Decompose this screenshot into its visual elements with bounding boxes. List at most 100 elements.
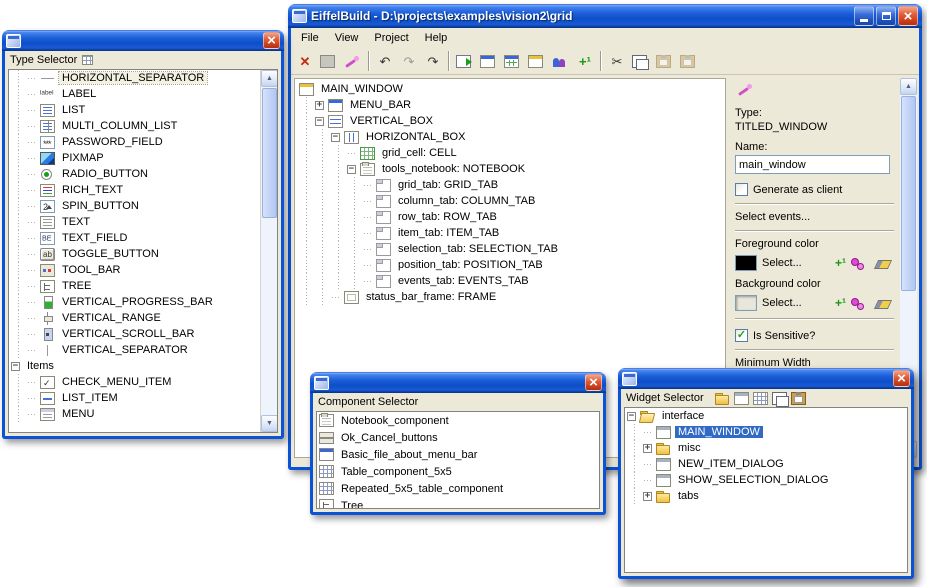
expander[interactable] [347, 149, 356, 158]
expander[interactable] [27, 170, 36, 179]
scroll-thumb[interactable] [901, 96, 916, 291]
tree-item[interactable]: column_tab: COLUMN_TAB [297, 193, 725, 209]
delete-button[interactable]: ✕ [293, 50, 317, 73]
expander[interactable] [27, 394, 36, 403]
generate-as-client-checkbox[interactable]: Generate as client [735, 183, 894, 196]
expander[interactable] [27, 282, 36, 291]
menu-help[interactable]: Help [417, 30, 456, 46]
type-item[interactable]: LIST_ITEM [9, 390, 260, 406]
background-select-button[interactable]: Select... [762, 297, 802, 309]
component-item[interactable]: Notebook_component [317, 412, 599, 429]
type-item[interactable]: TEXT_FIELD [9, 230, 260, 246]
type-item[interactable]: RADIO_BUTTON [9, 166, 260, 182]
widget-item[interactable]: − interface [625, 408, 907, 424]
type-item[interactable]: PASSWORD_FIELD [9, 134, 260, 150]
tree-item[interactable]: status_bar_frame: FRAME [297, 289, 725, 305]
select-events-button[interactable]: Select events... [735, 211, 894, 223]
foreground-add-icon[interactable]: +¹ [835, 257, 846, 269]
users-button[interactable] [549, 50, 573, 73]
expander[interactable] [363, 181, 372, 190]
expander[interactable] [331, 293, 340, 302]
type-item[interactable]: RICH_TEXT [9, 182, 260, 198]
scroll-up-button[interactable]: ▲ [261, 70, 278, 87]
tree-item[interactable]: MAIN_WINDOW [297, 81, 725, 97]
expander[interactable] [27, 298, 36, 307]
widget-item[interactable]: + tabs [625, 488, 907, 504]
expander[interactable] [643, 476, 652, 485]
expander[interactable]: − [331, 133, 340, 142]
background-pick-icon[interactable] [851, 297, 866, 310]
expander[interactable] [27, 74, 36, 83]
tree-item[interactable]: + MENU_BAR [297, 97, 725, 113]
type-item[interactable]: SPIN_BUTTON [9, 198, 260, 214]
scroll-up-button[interactable]: ▲ [900, 78, 917, 95]
widget-editor-button[interactable] [525, 50, 549, 73]
expander[interactable] [27, 218, 36, 227]
foreground-swatch[interactable] [735, 255, 757, 271]
copy-button[interactable] [629, 50, 653, 73]
expander[interactable]: + [643, 492, 652, 501]
paste-button[interactable] [653, 50, 677, 73]
main-titlebar[interactable]: EiffelBuild - D:\projects\examples\visio… [288, 4, 922, 28]
redo-button[interactable]: ↷ [421, 50, 445, 73]
expander[interactable] [27, 122, 36, 131]
expander[interactable] [27, 90, 36, 99]
tree-item[interactable]: − VERTICAL_BOX [297, 113, 725, 129]
widget-item[interactable]: + misc [625, 440, 907, 456]
foreground-select-button[interactable]: Select... [762, 257, 802, 269]
type-item[interactable]: VERTICAL_SCROLL_BAR [9, 326, 260, 342]
expander[interactable] [27, 330, 36, 339]
type-item[interactable]: PIXMAP [9, 150, 260, 166]
type-item[interactable]: VERTICAL_RANGE [9, 310, 260, 326]
component-item[interactable]: Basic_file_about_menu_bar [317, 446, 599, 463]
expander[interactable] [27, 378, 36, 387]
expander[interactable] [27, 234, 36, 243]
expander[interactable] [363, 229, 372, 238]
expander[interactable] [27, 314, 36, 323]
expander[interactable] [363, 213, 372, 222]
folder-button[interactable] [715, 392, 730, 405]
undo-button[interactable]: ↶ [373, 50, 397, 73]
type-item[interactable]: LIST [9, 102, 260, 118]
menu-project[interactable]: Project [366, 30, 416, 46]
menu-view[interactable]: View [327, 30, 367, 46]
component-selector-titlebar[interactable]: × [310, 372, 606, 393]
component-item[interactable]: Tree [317, 497, 599, 509]
expander[interactable] [27, 410, 36, 419]
tree-item[interactable]: grid_tab: GRID_TAB [297, 177, 725, 193]
widget-selector-titlebar[interactable]: × [618, 368, 914, 389]
expander[interactable]: + [643, 444, 652, 453]
scroll-thumb[interactable] [262, 88, 277, 218]
is-sensitive-checkbox[interactable]: Is Sensitive? [735, 329, 894, 342]
expander[interactable]: − [315, 117, 324, 126]
tree-item[interactable]: grid_cell: CELL [297, 145, 725, 161]
type-item[interactable]: MENU [9, 406, 260, 422]
expander[interactable] [27, 186, 36, 195]
expander[interactable] [27, 266, 36, 275]
expander[interactable] [363, 261, 372, 270]
expander[interactable]: − [347, 165, 356, 174]
add-one-button[interactable]: +¹ [573, 50, 597, 73]
background-swatch[interactable] [735, 295, 757, 311]
component-item[interactable]: Repeated_5x5_table_component [317, 480, 599, 497]
expander[interactable]: − [627, 412, 636, 421]
checkbox-icon[interactable] [735, 329, 748, 342]
expander[interactable] [643, 428, 652, 437]
widget-item[interactable]: MAIN_WINDOW [625, 424, 907, 440]
type-item[interactable]: TREE [9, 278, 260, 294]
background-reset-icon[interactable] [875, 297, 890, 310]
expander[interactable]: + [315, 101, 324, 110]
expander[interactable] [643, 460, 652, 469]
type-item[interactable]: LABEL [9, 86, 260, 102]
type-item[interactable]: MULTI_COLUMN_LIST [9, 118, 260, 134]
minimize-button[interactable] [854, 6, 874, 26]
foreground-pick-icon[interactable] [851, 257, 866, 270]
background-add-icon[interactable]: +¹ [835, 297, 846, 309]
maximize-button[interactable] [876, 6, 896, 26]
close-button[interactable]: × [893, 370, 910, 387]
type-item[interactable]: VERTICAL_SEPARATOR [9, 342, 260, 358]
widget-item[interactable]: NEW_ITEM_DIALOG [625, 456, 907, 472]
tree-item[interactable]: row_tab: ROW_TAB [297, 209, 725, 225]
menu-file[interactable]: File [293, 30, 327, 46]
close-button[interactable]: × [263, 32, 280, 49]
